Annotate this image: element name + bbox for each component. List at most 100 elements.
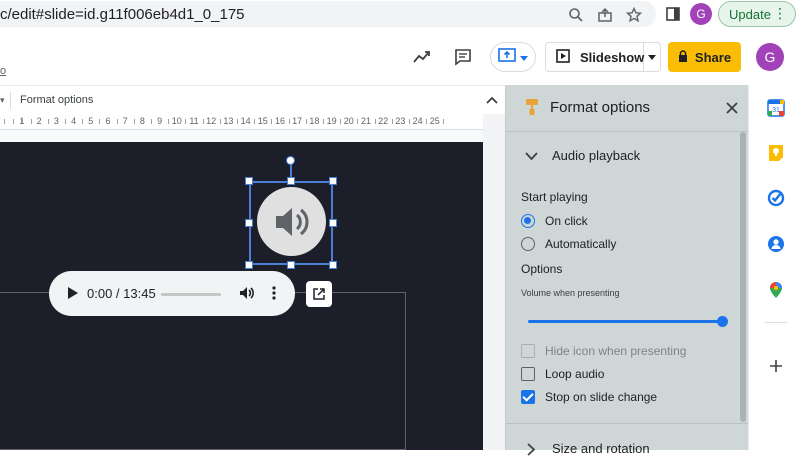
activity-trend-icon[interactable] — [410, 45, 434, 69]
panel-scrollbar[interactable] — [740, 132, 746, 422]
slideshow-options-button[interactable] — [644, 54, 660, 60]
ruler-tick — [237, 119, 238, 124]
tasks-icon[interactable] — [767, 189, 785, 207]
resize-handle-se[interactable] — [329, 261, 337, 269]
radio-automatically[interactable]: Automatically — [521, 235, 616, 253]
play-icon[interactable] — [64, 284, 82, 302]
audio-object[interactable] — [257, 187, 326, 256]
more-vert-icon[interactable] — [266, 284, 282, 302]
ruler-number: 3 — [53, 116, 59, 126]
comments-icon[interactable] — [451, 45, 475, 69]
present-to-meeting-button[interactable] — [490, 42, 536, 72]
chevron-right-icon — [523, 441, 539, 457]
resize-handle-ne[interactable] — [329, 177, 337, 185]
horizontal-ruler[interactable]: 1 2 3 4 5 6 7 8 9 10 11 12 13 14 15 16 17 18 19 20 21 22 23 24 2… — [0, 114, 483, 130]
checkbox-label: Stop on slide change — [545, 390, 658, 404]
ruler-number: 17 — [292, 116, 303, 126]
resize-handle-nw[interactable] — [245, 177, 253, 185]
checkbox-stop-on-slide-change[interactable]: Stop on slide change — [521, 388, 657, 406]
url-text[interactable]: c/edit#slide=id.g11f006eb4d1_0_175 — [0, 6, 245, 23]
checkbox[interactable] — [521, 344, 535, 358]
ruler-number: 18 — [309, 116, 320, 126]
ruler-number: 12 — [206, 116, 217, 126]
checkbox[interactable] — [521, 390, 535, 404]
format-options-panel: Format options Audio playback Start play… — [505, 85, 749, 456]
close-icon[interactable] — [723, 99, 741, 117]
open-in-new-icon[interactable] — [306, 281, 332, 307]
menu-stub[interactable]: o — [0, 65, 6, 77]
contacts-icon[interactable] — [767, 235, 785, 253]
ruler-number: 11 — [189, 116, 199, 126]
keep-icon[interactable] — [767, 144, 785, 162]
ruler-number: 19 — [326, 116, 337, 126]
add-icon[interactable] — [767, 357, 785, 375]
collapse-toolbar-icon[interactable] — [484, 92, 500, 108]
checkbox-label: Hide icon when presenting — [545, 344, 687, 358]
toolbar-divider — [10, 92, 11, 109]
update-button[interactable]: Update ⋮ — [718, 1, 796, 27]
resize-handle-e[interactable] — [329, 219, 337, 227]
ruler-number: 2 — [36, 116, 42, 126]
calendar-icon[interactable]: 31 — [767, 99, 785, 117]
ruler-tick — [374, 119, 376, 124]
start-playing-label: Start playing — [521, 190, 588, 204]
maps-icon[interactable] — [767, 281, 785, 299]
share-button[interactable]: Share — [668, 42, 741, 72]
share-label: Share — [694, 49, 732, 65]
rotation-handle[interactable] — [286, 156, 295, 165]
more-vert-icon[interactable]: ⋮ — [773, 5, 787, 22]
share-page-icon[interactable] — [594, 4, 616, 26]
ruler-number: 20 — [343, 116, 354, 126]
ruler-tick — [202, 119, 204, 124]
profile-avatar[interactable]: G — [690, 3, 712, 25]
ruler-tick — [391, 119, 393, 124]
resize-handle-sw[interactable] — [245, 261, 253, 269]
audio-playback-section-header[interactable]: Audio playback — [506, 136, 749, 176]
ruler-number: 22 — [378, 116, 389, 126]
volume-icon[interactable] — [238, 284, 256, 302]
radio-on-click[interactable]: On click — [521, 212, 588, 230]
chevron-down-icon — [520, 48, 528, 66]
ruler-number: 23 — [395, 116, 406, 126]
resize-handle-n[interactable] — [287, 177, 295, 185]
resize-handle-w[interactable] — [245, 219, 253, 227]
checkbox[interactable] — [521, 367, 535, 381]
checkbox-loop-audio[interactable]: Loop audio — [521, 365, 604, 383]
radio-button[interactable] — [521, 214, 535, 228]
address-bar[interactable]: c/edit#slide=id.g11f006eb4d1_0_175 — [0, 1, 656, 27]
slide-canvas[interactable]: 0:00 / 13:45 — [0, 142, 483, 450]
ruler-number: 25 — [429, 116, 440, 126]
ruler-tick — [323, 119, 324, 124]
ruler-number: 21 — [360, 116, 372, 126]
chevron-down-icon — [648, 54, 656, 60]
size-rotation-section-header[interactable]: Size and rotation — [506, 429, 749, 469]
ruler-tick — [12, 119, 14, 124]
ruler-tick — [82, 119, 84, 124]
volume-slider-track[interactable] — [528, 320, 726, 323]
ruler-tick — [443, 119, 445, 124]
radio-button[interactable] — [521, 237, 535, 251]
audio-player: 0:00 / 13:45 — [49, 271, 295, 316]
slideshow-button[interactable]: Slideshow — [546, 43, 644, 71]
side-panel-icon[interactable] — [662, 3, 684, 25]
bookmark-star-icon[interactable] — [623, 4, 645, 26]
format-options-toolbar-button[interactable]: Format options — [20, 94, 93, 106]
zoom-icon[interactable] — [565, 4, 587, 26]
ruler-number: 6 — [105, 116, 111, 126]
resize-handle-s[interactable] — [287, 261, 295, 269]
caret-down-icon[interactable]: ▾ — [0, 95, 5, 106]
options-label: Options — [521, 262, 563, 276]
checkbox-hide-icon[interactable]: Hide icon when presenting — [521, 342, 686, 360]
ruler-tick — [288, 119, 290, 124]
ruler-tick — [133, 119, 135, 124]
ruler-tick — [305, 119, 307, 124]
ruler-number: 14 — [240, 116, 251, 126]
progress-track[interactable] — [161, 293, 221, 296]
ruler-tick — [151, 119, 152, 124]
ruler-number: 8 — [139, 116, 145, 126]
volume-slider-thumb[interactable] — [717, 316, 728, 327]
update-label: Update — [729, 6, 771, 22]
speaker-icon — [275, 207, 308, 236]
account-avatar[interactable]: G — [756, 43, 784, 71]
canvas-gutter — [483, 114, 505, 450]
